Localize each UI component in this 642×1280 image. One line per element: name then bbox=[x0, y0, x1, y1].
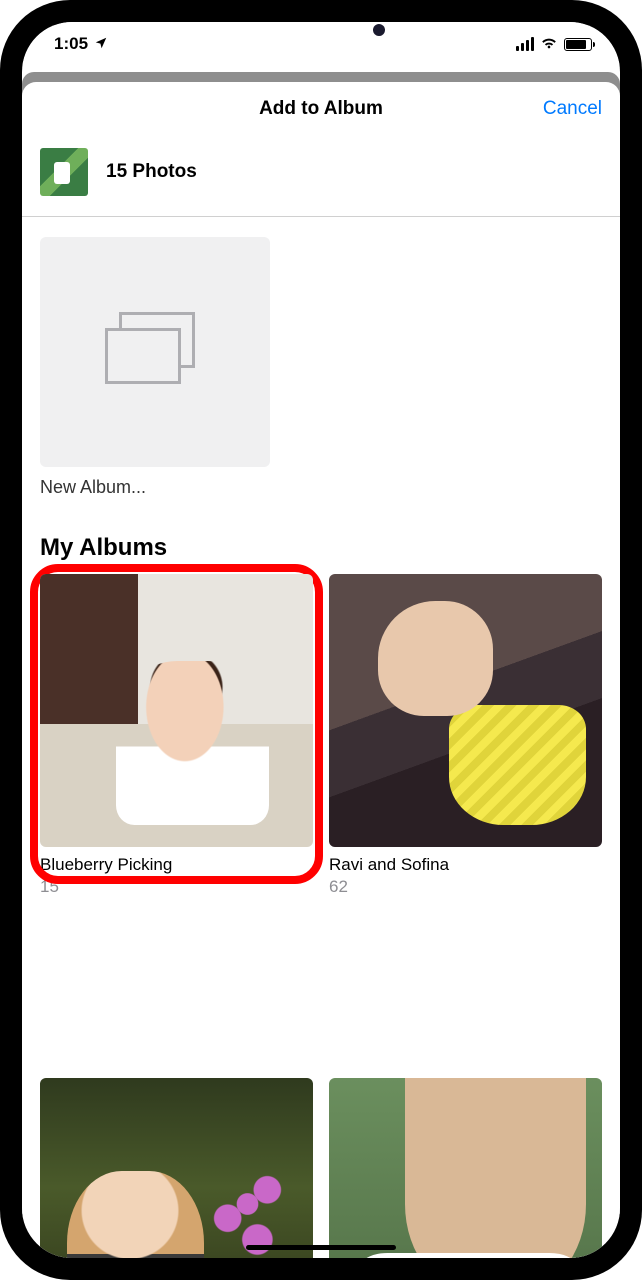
album-name: Blueberry Picking bbox=[40, 855, 313, 875]
stacked-photos-icon bbox=[105, 312, 205, 392]
new-album-button[interactable]: New Album... bbox=[40, 237, 602, 498]
selection-summary: 15 Photos bbox=[22, 136, 620, 217]
battery-icon bbox=[564, 38, 592, 51]
album-count: 15 bbox=[40, 877, 313, 897]
device-frame: 1:05 Add to Album Cancel bbox=[0, 0, 642, 1280]
status-left: 1:05 bbox=[54, 34, 108, 54]
album-thumbnail[interactable] bbox=[329, 574, 602, 847]
wifi-icon bbox=[540, 34, 558, 54]
cancel-button[interactable]: Cancel bbox=[543, 98, 602, 120]
albums-row-partial bbox=[40, 1078, 602, 1258]
album-item-partial-2[interactable] bbox=[329, 1078, 602, 1258]
cellular-signal-icon bbox=[516, 37, 534, 51]
selection-count-label: 15 Photos bbox=[106, 161, 197, 183]
screen: 1:05 Add to Album Cancel bbox=[22, 22, 620, 1258]
selection-thumbnail bbox=[40, 148, 88, 196]
album-item-partial-1[interactable] bbox=[40, 1078, 313, 1258]
status-time: 1:05 bbox=[54, 34, 88, 54]
new-album-label: New Album... bbox=[40, 477, 602, 498]
page-title: Add to Album bbox=[259, 98, 383, 120]
albums-grid: Blueberry Picking 15 Ravi and Sofina 62 bbox=[40, 574, 602, 897]
location-arrow-icon bbox=[94, 36, 108, 53]
nav-bar: Add to Album Cancel bbox=[22, 82, 620, 136]
album-item-blueberry-picking[interactable]: Blueberry Picking 15 bbox=[40, 574, 313, 897]
album-thumbnail[interactable] bbox=[329, 1078, 602, 1258]
status-right bbox=[516, 34, 592, 54]
album-name: Ravi and Sofina bbox=[329, 855, 602, 875]
album-thumbnail[interactable] bbox=[40, 1078, 313, 1258]
status-bar: 1:05 bbox=[22, 22, 620, 66]
modal-sheet: Add to Album Cancel 15 Photos New Album.… bbox=[22, 82, 620, 1258]
my-albums-header: My Albums bbox=[40, 534, 602, 562]
content-area[interactable]: New Album... My Albums Blueberry Picking… bbox=[22, 217, 620, 897]
album-thumbnail[interactable] bbox=[40, 574, 313, 847]
new-album-tile[interactable] bbox=[40, 237, 270, 467]
album-count: 62 bbox=[329, 877, 602, 897]
home-indicator[interactable] bbox=[246, 1245, 396, 1250]
album-item-ravi-and-sofina[interactable]: Ravi and Sofina 62 bbox=[329, 574, 602, 897]
